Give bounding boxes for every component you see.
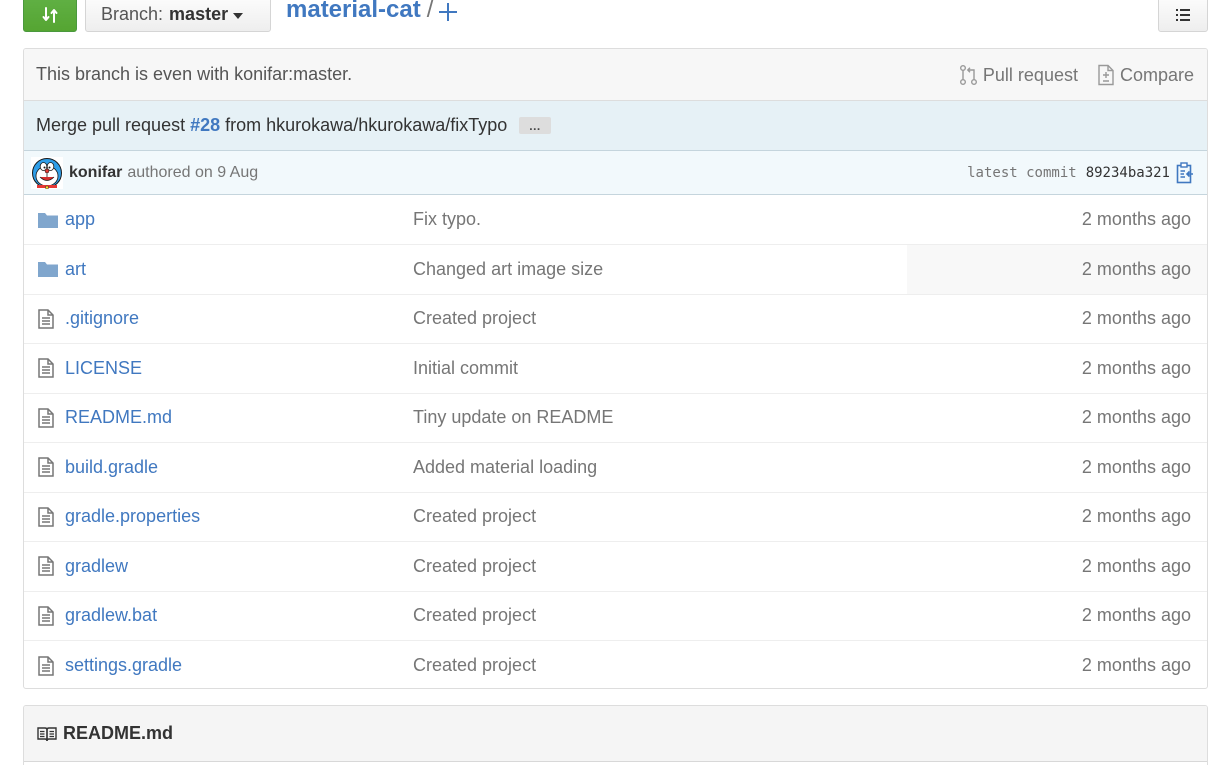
file-text-icon	[37, 507, 65, 527]
file-name-link[interactable]: README.md	[65, 407, 172, 427]
pull-request-number-link[interactable]: #28	[190, 115, 220, 136]
commit-age: 2 months ago	[1081, 308, 1191, 329]
file-name-link[interactable]: gradlew	[65, 556, 128, 576]
file-navigation: Branch: master material-cat /	[23, 0, 1208, 33]
latest-commit-info: latest commit 89234ba321	[967, 151, 1194, 195]
file-list-toggle-button[interactable]	[1158, 0, 1208, 32]
latest-commit-label: latest commit	[967, 165, 1077, 181]
commit-age: 2 months ago	[1081, 209, 1191, 229]
file-text-icon	[37, 457, 65, 477]
file-name-link[interactable]: art	[65, 259, 86, 279]
branch-prefix: Branch:	[101, 4, 164, 24]
file-row: art Changed art image size 2 months ago	[24, 244, 1207, 294]
breadcrumb-separator: /	[426, 0, 434, 23]
file-text-icon	[37, 655, 65, 676]
breadcrumb: material-cat /	[286, 0, 458, 24]
commit-authored-date: authored on 9 Aug	[127, 163, 259, 181]
commit-message-link[interactable]: Created project	[413, 605, 536, 625]
file-row: build.gradle Added material loading 2 mont…	[24, 442, 1207, 492]
file-row: README.md Tiny update on README 2 months a…	[24, 392, 1207, 443]
compare-label: Compare	[1119, 64, 1194, 85]
branch-status-text: This branch is even with konifar:master.	[36, 64, 353, 84]
commit-author-link[interactable]: konifar	[69, 164, 122, 182]
file-text-icon	[37, 556, 65, 576]
git-pull-request-icon	[959, 65, 977, 85]
expand-commit-message-button[interactable]: …	[519, 117, 552, 134]
commit-age: 2 months ago	[1081, 357, 1191, 378]
commit-age: 2 months ago	[1081, 555, 1191, 576]
commit-message-link[interactable]: Created project	[413, 506, 536, 526]
pull-request-link[interactable]: Pull request	[959, 64, 1078, 86]
commit-message-link[interactable]: Created project	[413, 308, 536, 328]
file-text-icon	[37, 309, 65, 329]
avatar[interactable]	[31, 156, 63, 189]
file-row: LICENSE Initial commit 2 months ago	[24, 343, 1207, 393]
book-icon	[37, 726, 57, 741]
commit-message-link[interactable]: Fix typo.	[413, 209, 481, 229]
readme-header: README.md	[24, 706, 1207, 762]
repository-content: This branch is even with konifar:master.…	[23, 48, 1208, 689]
commit-message-link[interactable]: Added material loading	[413, 457, 597, 477]
file-name-link[interactable]: app	[65, 209, 95, 229]
file-row: settings.gradle Created project 2 months a…	[24, 640, 1207, 688]
commit-age: 2 months ago	[1081, 655, 1191, 675]
commit-age: 2 months ago	[1081, 506, 1191, 527]
pull-request-label: Pull request	[982, 64, 1078, 85]
readme-title: README.md	[63, 723, 174, 743]
compare-review-button[interactable]	[23, 0, 77, 32]
file-row: gradle.properties Created project 2 months…	[24, 491, 1207, 542]
file-name-link[interactable]: gradlew.bat	[65, 605, 157, 625]
branch-select-button[interactable]: Branch: master	[85, 0, 271, 32]
caret-down-icon	[233, 12, 244, 19]
file-row: gradlew.bat Created project 2 months ago	[24, 590, 1207, 641]
file-text-icon	[37, 408, 65, 428]
new-file-plus-icon[interactable]	[439, 3, 458, 21]
commit-title-suffix[interactable]: from hkurokawa/hkurokawa/fixTypo	[225, 115, 507, 136]
commit-age: 2 months ago	[1081, 605, 1191, 626]
commit-message-link[interactable]: Created project	[413, 556, 536, 576]
file-list: app Fix typo. 2 months ago art Changed art i…	[24, 195, 1207, 688]
branch-name: master	[169, 4, 229, 24]
file-name-link[interactable]: build.gradle	[65, 457, 158, 477]
file-row: gradlew Created project 2 months ago	[24, 541, 1207, 591]
clippy-icon[interactable]	[1176, 162, 1194, 184]
file-text-icon	[37, 358, 65, 378]
commit-sha-link[interactable]: 89234ba321	[1086, 165, 1170, 181]
file-directory-icon	[37, 211, 65, 229]
commit-age: 2 months ago	[1081, 456, 1191, 477]
commit-title-prefix[interactable]: Merge pull request	[36, 115, 185, 136]
file-row: app Fix typo. 2 months ago	[24, 195, 1207, 245]
file-name-link[interactable]: .gitignore	[65, 308, 139, 328]
git-compare-icon	[42, 6, 58, 23]
branch-actions: Pull request Compare	[941, 49, 1194, 101]
commit-meta-bar: konifar authored on 9 Aug latest commit …	[24, 151, 1207, 195]
branch-infobar: This branch is even with konifar:master.…	[24, 49, 1207, 101]
file-directory-icon	[37, 260, 65, 278]
file-row: .gitignore Created project 2 months ago	[24, 293, 1207, 344]
commit-age: 2 months ago	[1081, 258, 1191, 279]
file-name-link[interactable]: LICENSE	[65, 358, 142, 378]
commit-message-link[interactable]: Tiny update on README	[413, 407, 613, 427]
commit-title-bar: Merge pull request #28 from hkurokawa/hk…	[24, 101, 1207, 151]
repo-root-link[interactable]: material-cat	[286, 0, 421, 24]
diff-icon	[1098, 64, 1114, 86]
file-text-icon	[37, 606, 65, 626]
file-name-link[interactable]: settings.gradle	[65, 655, 182, 675]
commit-message-link[interactable]: Created project	[413, 655, 536, 675]
compare-link[interactable]: Compare	[1096, 64, 1194, 86]
readme-panel: README.md	[23, 705, 1208, 765]
commit-message-link[interactable]: Initial commit	[413, 358, 518, 378]
commit-message-link[interactable]: Changed art image size	[413, 259, 603, 279]
file-name-link[interactable]: gradle.properties	[65, 506, 200, 526]
commit-age: 2 months ago	[1081, 407, 1191, 428]
list-unordered-icon	[1176, 8, 1190, 21]
